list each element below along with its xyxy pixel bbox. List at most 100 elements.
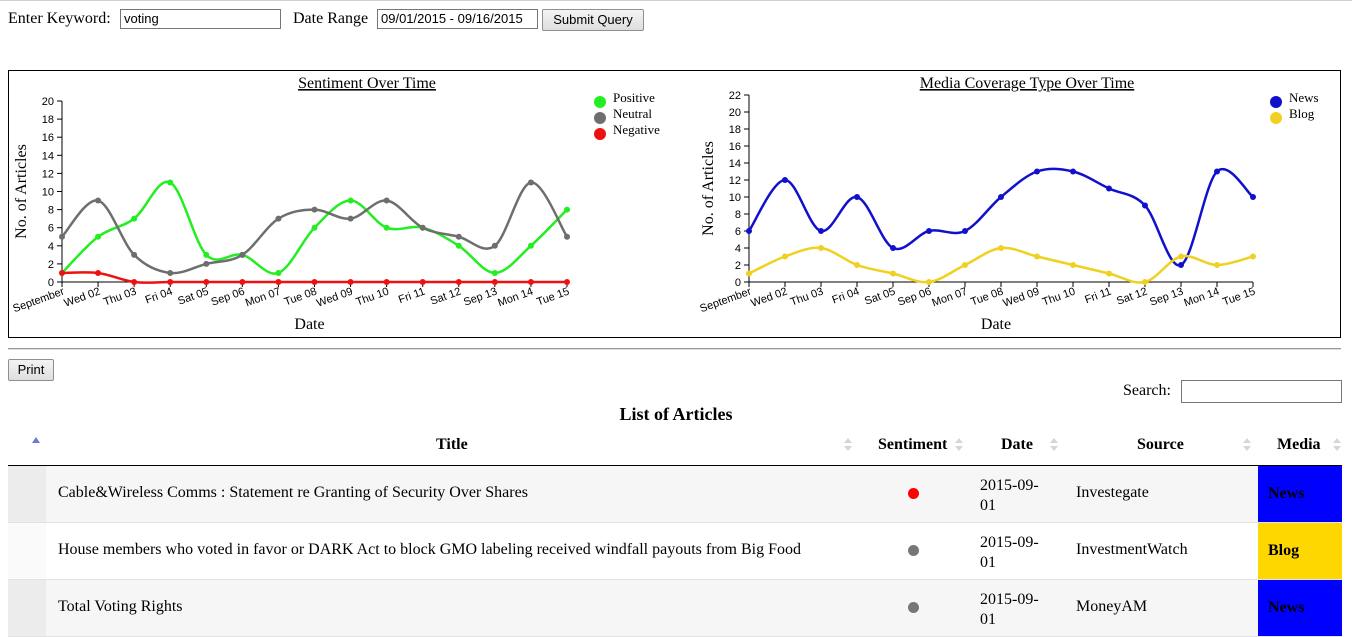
data-point (59, 233, 65, 240)
data-point (998, 245, 1004, 251)
media-badge: News (1258, 580, 1342, 636)
x-tick-label: Sat 05 (176, 286, 210, 308)
x-tick-label: Fri 04 (144, 286, 175, 307)
x-tick-label: Fri 11 (397, 286, 427, 307)
x-tick-label: Sep 06 (896, 286, 933, 309)
sort-icon[interactable] (1243, 438, 1251, 452)
header-title[interactable]: Title (436, 436, 468, 454)
table-row[interactable]: Cable&Wireless Comms : Statement re Gran… (8, 466, 1342, 523)
header-date[interactable]: Date (1001, 436, 1033, 454)
y-tick-label: 0 (735, 277, 741, 289)
data-point (275, 269, 282, 276)
data-point (818, 228, 824, 234)
legend-swatch (1270, 112, 1282, 124)
divider (8, 348, 1341, 350)
legend-swatch (594, 128, 606, 140)
data-point (926, 279, 932, 285)
search-input[interactable] (1181, 380, 1342, 403)
print-button[interactable]: Print (8, 359, 54, 381)
media-coverage-chart: Media Coverage Type Over Time 0 2 4 6 8 10 12 14… (698, 75, 1318, 333)
y-tick-label: 2 (48, 259, 54, 271)
x-tick-label: Sat 12 (1115, 286, 1149, 308)
y-tick-label: 12 (729, 175, 741, 187)
data-point (1250, 194, 1256, 200)
data-point (203, 260, 210, 267)
data-point (203, 251, 210, 258)
header-sentiment[interactable]: Sentiment (878, 436, 947, 454)
data-point (167, 269, 174, 276)
x-tick-label: Sep 06 (210, 286, 247, 309)
article-title[interactable]: Cable&Wireless Comms : Statement re Gran… (58, 484, 528, 502)
y-axis-label: No. of Articles (700, 141, 717, 236)
date-range-input[interactable]: 09/01/2015 - 09/16/2015 (377, 9, 538, 29)
y-tick-label: 14 (42, 150, 54, 162)
data-point (167, 279, 174, 285)
data-point (419, 279, 426, 285)
x-tick-label: September (11, 285, 66, 315)
article-title[interactable]: House members who voted in favor or DARK… (58, 541, 801, 559)
x-tick-label: Wed 09 (315, 286, 355, 310)
x-tick-label: Thu 03 (102, 286, 138, 309)
data-point (998, 194, 1004, 200)
x-tick-label: Fri 11 (1083, 286, 1113, 307)
data-point (746, 228, 752, 234)
sentiment-chart: Sentiment Over Time 0 2 4 6 8 10 12 14 16 18 20 Sept… (11, 75, 660, 333)
y-tick-label: 14 (729, 158, 741, 170)
legend-label: Positive (613, 90, 655, 105)
submit-query-button[interactable]: Submit Query (542, 9, 644, 31)
row-control-cell (8, 523, 46, 579)
data-point (818, 245, 824, 251)
sort-icon[interactable] (955, 438, 963, 452)
legend-swatch (1270, 96, 1282, 108)
sort-icon[interactable] (1050, 438, 1058, 452)
x-axis-label: Date (981, 316, 1011, 333)
x-tick-label: Sep 13 (462, 286, 499, 309)
charts-svg: Sentiment Over Time02468101214161820Sept… (11, 75, 1318, 333)
header-source[interactable]: Source (1137, 436, 1184, 454)
y-tick-label: 12 (42, 168, 54, 180)
data-point (1034, 168, 1040, 175)
data-point (95, 197, 102, 204)
date-part: 2015-09- (980, 534, 1039, 551)
data-point (527, 279, 534, 285)
data-point (491, 242, 498, 249)
data-point (1106, 270, 1112, 277)
sort-ascending-icon[interactable] (32, 437, 40, 443)
row-control-cell (8, 466, 46, 522)
data-point (527, 242, 534, 249)
y-axis-label: No. of Articles (13, 144, 30, 239)
data-point (782, 177, 788, 183)
y-tick-label: 18 (729, 124, 741, 136)
x-tick-label: Thu 10 (1041, 286, 1077, 309)
top-border (0, 0, 1352, 1)
data-point (59, 269, 65, 276)
sort-icon[interactable] (1333, 438, 1341, 452)
y-tick-label: 10 (729, 192, 741, 204)
x-tick-label: Sep 13 (1148, 286, 1185, 309)
data-point (491, 279, 498, 285)
data-point (1214, 168, 1220, 175)
header-media[interactable]: Media (1277, 436, 1321, 454)
chart-title: Sentiment Over Time (298, 75, 436, 92)
x-axis-label: Date (294, 316, 324, 333)
data-point (527, 179, 534, 186)
data-point (347, 197, 354, 204)
data-point (131, 215, 138, 222)
data-point (383, 224, 390, 231)
keyword-input[interactable]: voting (120, 9, 281, 29)
table-row[interactable]: Total Voting Rights 2015-09- 01 MoneyAM N… (8, 580, 1342, 637)
data-point (564, 206, 570, 213)
data-point (1142, 279, 1148, 285)
data-point (1070, 168, 1076, 175)
date-part: 2015-09- (980, 591, 1039, 608)
y-tick-label: 16 (729, 141, 741, 153)
table-row[interactable]: House members who voted in favor or DARK… (8, 523, 1342, 580)
chart-title: Media Coverage Type Over Time (920, 75, 1135, 92)
sort-icon[interactable] (844, 438, 852, 452)
article-title[interactable]: Total Voting Rights (58, 598, 183, 616)
data-point (455, 242, 462, 249)
x-tick-label: Tue 08 (283, 286, 319, 309)
data-point (564, 279, 570, 285)
data-point (311, 224, 318, 231)
data-point (926, 228, 932, 234)
